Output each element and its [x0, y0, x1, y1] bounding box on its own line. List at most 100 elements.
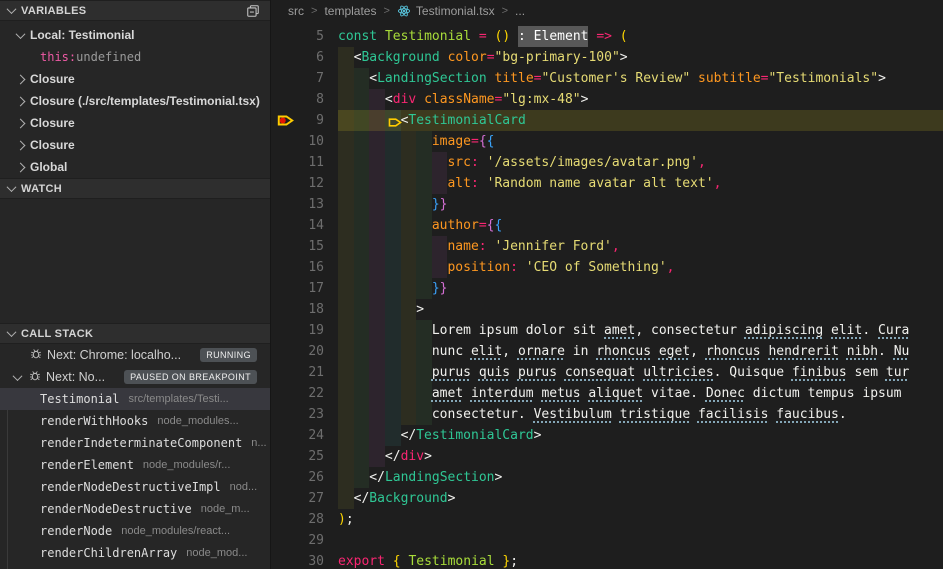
code-line[interactable]: </TestimonialCard>	[338, 425, 943, 446]
code-line[interactable]: const Testimonial = () : Element => (	[338, 26, 943, 47]
variable-scope-row[interactable]: Closure	[0, 134, 270, 156]
callstack-session-row[interactable]: Next: No... PAUSED ON BREAKPOINT	[0, 366, 270, 388]
line-number[interactable]: 29	[272, 530, 324, 551]
line-number[interactable]: 11	[272, 152, 324, 173]
line-number[interactable]: 18	[272, 299, 324, 320]
watch-title: WATCH	[21, 182, 63, 195]
line-number[interactable]: 25	[272, 446, 324, 467]
callstack-frame-row[interactable]: renderNodeDestructiveImplnod...	[0, 564, 270, 569]
watch-section-header[interactable]: WATCH	[0, 178, 270, 199]
breadcrumb-item-symbol[interactable]: ...	[515, 4, 525, 18]
code-line[interactable]: alt: 'Random name avatar alt text',	[338, 173, 943, 194]
code-line[interactable]: }}	[338, 278, 943, 299]
line-number[interactable]: 10	[272, 131, 324, 152]
code-line[interactable]: src: '/assets/images/avatar.png',	[338, 152, 943, 173]
code-line[interactable]: export { Testimonial };	[338, 551, 943, 569]
callstack-frame-row[interactable]: renderElement node_modules/r...	[0, 454, 270, 476]
frame-name: Testimonial	[40, 392, 120, 406]
code-line[interactable]: purus quis purus consequat ultricies. Qu…	[338, 362, 943, 383]
line-number[interactable]: 14	[272, 215, 324, 236]
callstack-frame-row[interactable]: renderNodeDestructiveImplnod...	[0, 476, 270, 498]
variable-value-row[interactable]: this: undefined	[0, 46, 270, 68]
line-number[interactable]: 22	[272, 383, 324, 404]
indent-guide	[431, 152, 448, 173]
code-line[interactable]: name: 'Jennifer Ford',	[338, 236, 943, 257]
chevron-down-icon[interactable]	[15, 28, 26, 39]
code-line[interactable]: consectetur. Vestibulum tristique facili…	[338, 404, 943, 425]
chevron-right-icon[interactable]	[15, 140, 26, 150]
code-line[interactable]	[338, 530, 943, 551]
code-line[interactable]: </LandingSection>	[338, 467, 943, 488]
line-number[interactable]: 21	[272, 362, 324, 383]
callstack-frame-row[interactable]: renderNode node_modules/react...	[0, 520, 270, 542]
code-line[interactable]: image={{	[338, 131, 943, 152]
variable-scope-row[interactable]: Closure	[0, 112, 270, 134]
line-number[interactable]: 26	[272, 467, 324, 488]
open-panel-icon[interactable]	[244, 2, 262, 20]
breadcrumb-item-src[interactable]: src	[288, 4, 304, 18]
breadcrumb-item-templates[interactable]: templates	[324, 4, 376, 18]
line-number[interactable]: 30	[272, 551, 324, 569]
line-number[interactable]: 8	[272, 89, 324, 110]
code-token: alt	[447, 176, 471, 191]
code-line[interactable]: <TestimonialCard	[338, 110, 943, 131]
code-line[interactable]: );	[338, 509, 943, 530]
code-line[interactable]: }}	[338, 194, 943, 215]
code-token: LandingSection	[384, 470, 495, 485]
code-line[interactable]: author={{	[338, 215, 943, 236]
variable-scope-label: Closure	[30, 72, 75, 86]
chevron-right-icon[interactable]	[15, 118, 26, 128]
chevron-right-icon[interactable]	[15, 74, 26, 84]
callstack-frame-row[interactable]: renderChildrenArray node_mod...	[0, 542, 270, 564]
line-number[interactable]: 27	[272, 488, 324, 509]
callstack-frame-row[interactable]: Testimonial src/templates/Testi...	[0, 388, 270, 410]
callstack-frame-row[interactable]: renderIndeterminateComponent n...	[0, 432, 270, 454]
code-line[interactable]: amet interdum metus aliquet vitae. Donec…	[338, 383, 943, 404]
callstack-session-row[interactable]: Next: Chrome: localho... RUNNING	[0, 344, 270, 366]
breadcrumb-item-file[interactable]: Testimonial.tsx	[397, 4, 495, 18]
chevron-right-icon[interactable]	[15, 96, 26, 106]
variable-scope-row[interactable]: Local: Testimonial	[0, 24, 270, 46]
line-number[interactable]: 15	[272, 236, 324, 257]
variable-scope-row[interactable]: Closure (./src/templates/Testimonial.tsx…	[0, 90, 270, 112]
line-number[interactable]: 23	[272, 404, 324, 425]
line-number[interactable]: 6	[272, 47, 324, 68]
line-number[interactable]: 17	[272, 278, 324, 299]
code-line[interactable]: </Background>	[338, 488, 943, 509]
line-number[interactable]: 13	[272, 194, 324, 215]
chevron-down-icon[interactable]	[6, 182, 17, 193]
line-number[interactable]: 24	[272, 425, 324, 446]
variable-scope-row[interactable]: Closure	[0, 68, 270, 90]
chevron-down-icon[interactable]	[6, 327, 17, 338]
callstack-section-header[interactable]: CALL STACK	[0, 323, 270, 344]
code-line[interactable]: <LandingSection title="Customer's Review…	[338, 68, 943, 89]
code-line[interactable]: Lorem ipsum dolor sit amet, consectetur …	[338, 320, 943, 341]
code-area[interactable]: 5 const Testimonial = () : Element => ( 6 <…	[272, 22, 943, 569]
code-line[interactable]: nunc elit, ornare in rhoncus eget, rhonc…	[338, 341, 943, 362]
line-number[interactable]: 16	[272, 257, 324, 278]
code-line[interactable]: <div className="lg:mx-48">	[338, 89, 943, 110]
code-line[interactable]: </div>	[338, 446, 943, 467]
code-line[interactable]: <Background color="bg-primary-100">	[338, 47, 943, 68]
chevron-down-icon[interactable]	[6, 4, 17, 15]
chevron-down-icon[interactable]	[12, 370, 23, 381]
variable-scope-row[interactable]: Global	[0, 156, 270, 178]
variables-section-header[interactable]: VARIABLES	[0, 0, 270, 21]
indent-guide	[353, 173, 370, 194]
line-number[interactable]: 28	[272, 509, 324, 530]
line-number[interactable]: 7	[272, 68, 324, 89]
session-label: Next: No...	[46, 370, 106, 384]
frame-path: nod...	[229, 481, 258, 493]
callstack-frame-row[interactable]: renderNodeDestructive node_m...	[0, 498, 270, 520]
line-number[interactable]: 20	[272, 341, 324, 362]
chevron-right-icon[interactable]	[15, 162, 26, 172]
line-number[interactable]: 19	[272, 320, 324, 341]
line-number[interactable]: 5	[272, 26, 324, 47]
code-token: "lg:mx-48"	[502, 92, 581, 107]
code-line[interactable]: >	[338, 299, 943, 320]
code-line[interactable]: position: 'CEO of Something',	[338, 257, 943, 278]
line-number[interactable]: 12	[272, 173, 324, 194]
code-token: ;	[510, 554, 519, 569]
callstack-frame-row[interactable]: renderWithHooks node_modules...	[0, 410, 270, 432]
indent-guide	[353, 299, 370, 320]
